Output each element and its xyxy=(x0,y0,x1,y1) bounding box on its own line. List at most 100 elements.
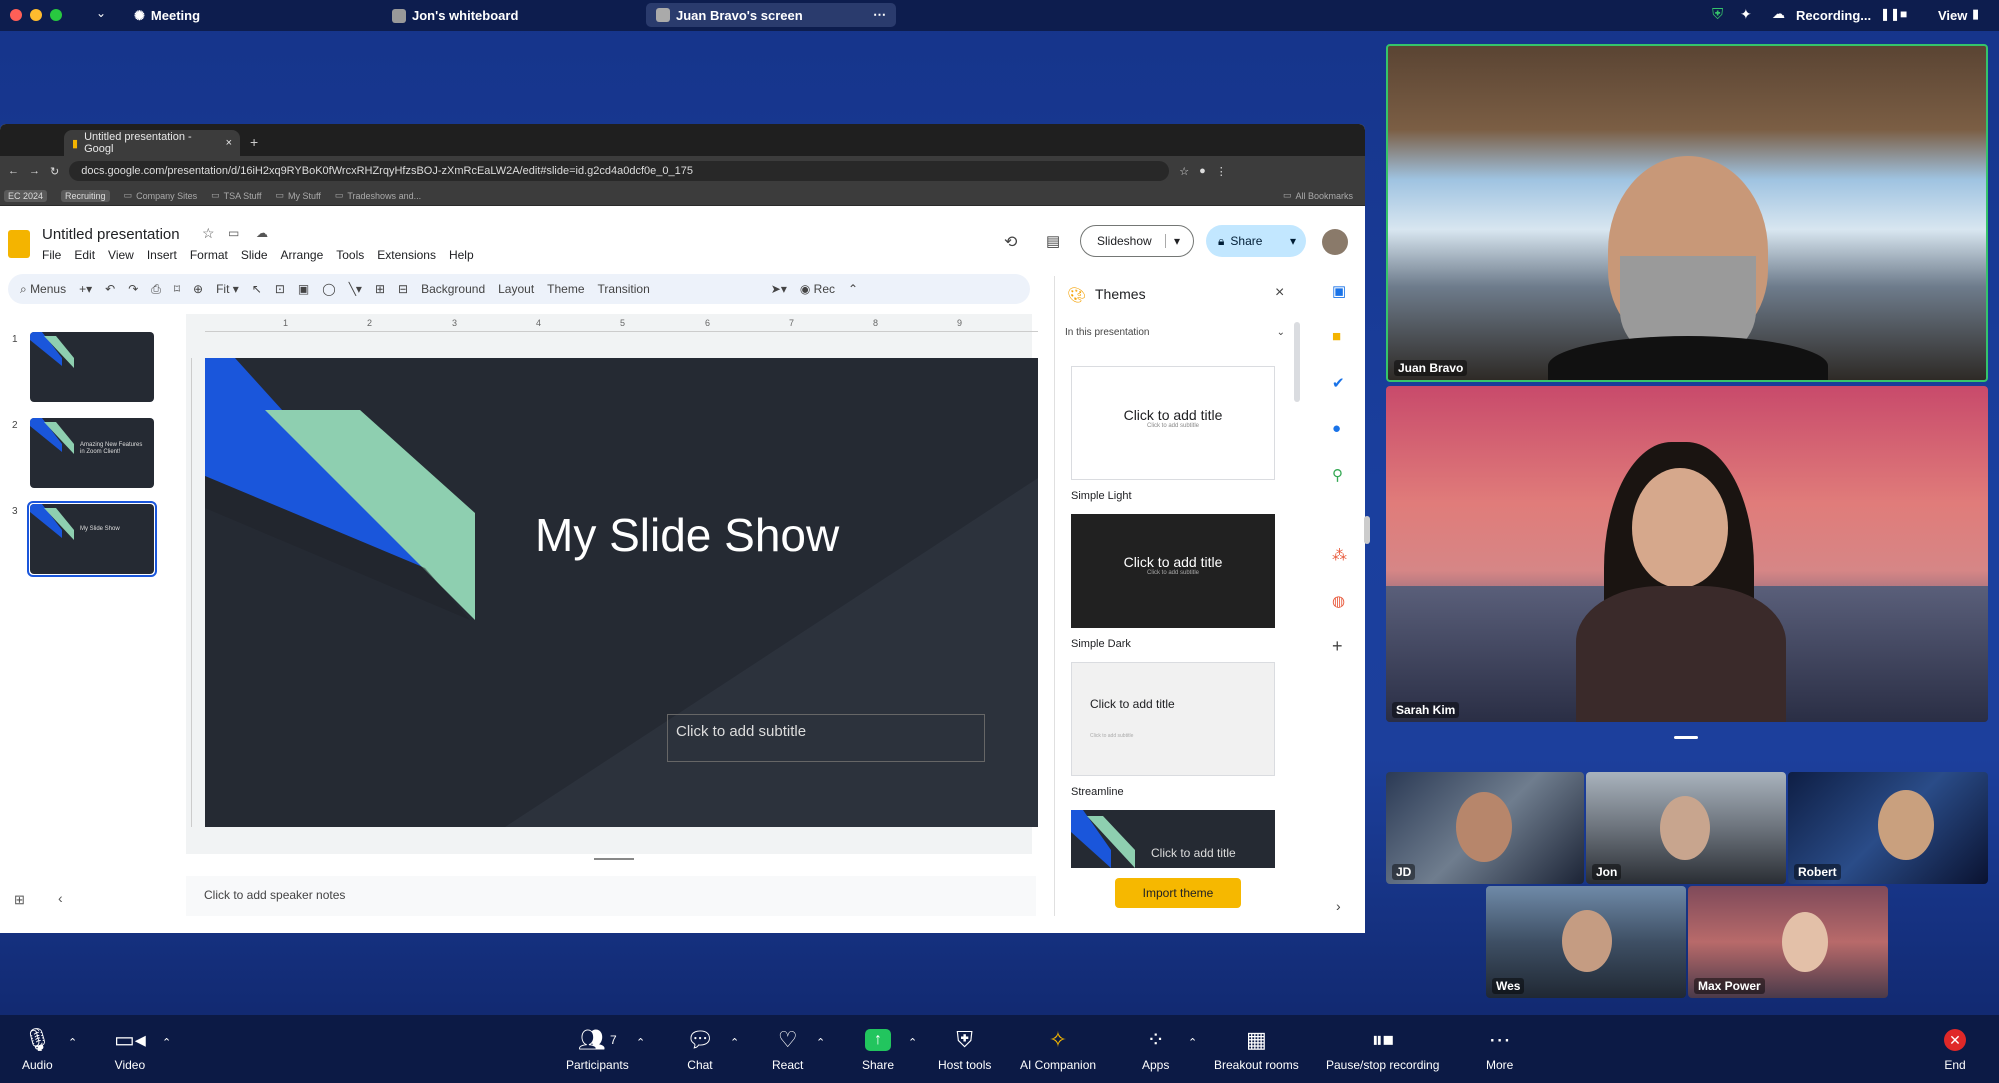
gallery-divider[interactable] xyxy=(1674,736,1698,739)
line-icon[interactable]: ╲▾ xyxy=(349,282,362,296)
import-theme-button[interactable]: Import theme xyxy=(1115,878,1241,908)
zoom-select[interactable]: Fit ▾ xyxy=(216,282,239,296)
zoom-icon[interactable]: ⊕ xyxy=(193,282,203,296)
bookmark-folder[interactable]: ▭ Tradeshows and... xyxy=(335,190,421,201)
ai-sparkle-icon[interactable]: ✦ xyxy=(1740,6,1752,23)
bookmark-chip[interactable]: Recruiting xyxy=(61,189,110,202)
grid-view-icon[interactable]: ⊞ xyxy=(14,892,25,908)
react-button[interactable]: ♡ React xyxy=(772,1027,803,1072)
pause-stop-recording-button[interactable]: ⏸︎⏹︎ Pause/stop recording xyxy=(1326,1027,1439,1072)
slide-title[interactable]: My Slide Show xyxy=(535,508,839,562)
keep-icon[interactable]: ■ xyxy=(1332,328,1341,345)
expand-rail-icon[interactable]: › xyxy=(1336,898,1341,914)
slide-thumbnail-selected[interactable]: My Slide Show xyxy=(30,504,154,574)
slide-thumbnail[interactable] xyxy=(30,332,154,402)
move-folder-icon[interactable]: ▭ xyxy=(228,226,239,240)
host-tools-button[interactable]: ⛨ Host tools xyxy=(938,1027,991,1072)
chevron-up-icon[interactable]: ⌃ xyxy=(908,1036,917,1049)
image-icon[interactable]: ▣ xyxy=(298,282,309,296)
star-icon[interactable]: ☆ xyxy=(1179,165,1189,178)
pointer-icon[interactable]: ➤▾ xyxy=(771,282,787,296)
chevron-down-icon[interactable]: ⌄ xyxy=(96,6,106,20)
video-tile-robert[interactable]: Robert xyxy=(1788,772,1988,884)
rec-button[interactable]: ◉ Rec xyxy=(800,282,835,296)
close-window-icon[interactable] xyxy=(10,9,22,21)
view-button[interactable]: View xyxy=(1938,8,1967,23)
redo-icon[interactable]: ↷ xyxy=(128,282,138,296)
theme-card-custom[interactable]: Click to add title xyxy=(1071,810,1275,868)
whiteboard-tab[interactable]: Jon's whiteboard xyxy=(392,0,518,31)
new-slide-icon[interactable]: +▾ xyxy=(79,282,92,296)
stop-recording-icon[interactable]: ■ xyxy=(1900,7,1907,21)
audio-button[interactable]: 🎙︎ Audio xyxy=(22,1027,53,1072)
avatar[interactable] xyxy=(1322,229,1348,255)
scrollbar[interactable] xyxy=(1294,322,1300,402)
textbox-icon[interactable]: ⊡ xyxy=(275,282,285,296)
screen-share-tab[interactable]: Juan Bravo's screen ⋯ xyxy=(646,3,896,27)
video-tile-jd[interactable]: JD xyxy=(1386,772,1584,884)
menu-view[interactable]: View xyxy=(108,248,134,262)
video-button[interactable]: ▭◂ Video xyxy=(114,1027,146,1072)
video-tile-juan-bravo[interactable]: Juan Bravo xyxy=(1386,44,1988,382)
video-tile-jon[interactable]: Jon xyxy=(1586,772,1786,884)
video-tile-wes[interactable]: Wes xyxy=(1486,886,1686,998)
chevron-up-icon[interactable]: ⌃ xyxy=(816,1036,825,1049)
print-icon[interactable]: ⎙ xyxy=(151,282,161,297)
tasks-icon[interactable]: ✔ xyxy=(1332,374,1345,392)
view-grid-icon[interactable]: ▮ xyxy=(1972,6,1979,22)
reload-icon[interactable]: ↻ xyxy=(50,165,59,178)
bookmark-folder[interactable]: ▭ My Stuff xyxy=(275,190,320,201)
menu-tools[interactable]: Tools xyxy=(336,248,364,262)
chevron-up-icon[interactable]: ⌃ xyxy=(162,1036,171,1049)
menu-insert[interactable]: Insert xyxy=(147,248,177,262)
profile-icon[interactable]: ● xyxy=(1199,165,1206,177)
menu-slide[interactable]: Slide xyxy=(241,248,268,262)
chevron-up-icon[interactable]: ⌃ xyxy=(730,1036,739,1049)
theme-card-simple-light[interactable]: Click to add title Click to add subtitle xyxy=(1071,366,1275,480)
addon2-icon[interactable]: ◍ xyxy=(1332,592,1345,610)
share-screen-button[interactable]: ↑ Share xyxy=(862,1027,894,1072)
slideshow-button[interactable]: Slideshow ▾ xyxy=(1080,225,1194,257)
speaker-notes[interactable]: Click to add speaker notes xyxy=(186,876,1036,916)
calendar-icon[interactable]: ▣ xyxy=(1332,282,1346,300)
meeting-menu[interactable]: ✺ Meeting xyxy=(134,0,200,31)
resize-handle[interactable] xyxy=(594,858,634,860)
undo-icon[interactable]: ↶ xyxy=(105,282,115,296)
browser-tab[interactable]: ▮ Untitled presentation - Googl × xyxy=(64,130,240,156)
collapse-toolbar-icon[interactable]: ⌃ xyxy=(848,282,858,296)
collapse-filmstrip-icon[interactable]: ‹ xyxy=(58,890,63,906)
ai-companion-button[interactable]: ✧ AI Companion xyxy=(1020,1027,1096,1072)
close-icon[interactable]: × xyxy=(1275,284,1284,302)
end-meeting-button[interactable]: ✕ End xyxy=(1944,1027,1966,1072)
chevron-down-icon[interactable]: ▾ xyxy=(1290,234,1306,248)
menu-extensions[interactable]: Extensions xyxy=(377,248,436,262)
current-slide[interactable]: My Slide Show Click to add subtitle xyxy=(205,358,1038,827)
share-doc-button[interactable]: 🔒︎ Share ▾ xyxy=(1206,225,1306,257)
maps-icon[interactable]: ⚲ xyxy=(1332,466,1343,484)
theme-card-simple-dark[interactable]: Click to add title Click to add subtitle xyxy=(1071,514,1275,628)
bookmark-folder[interactable]: ▭ Company Sites xyxy=(124,190,198,201)
document-title[interactable]: Untitled presentation xyxy=(42,226,180,243)
new-tab-icon[interactable]: + xyxy=(250,134,258,150)
background-button[interactable]: Background xyxy=(421,282,485,296)
theme-button[interactable]: Theme xyxy=(547,282,584,296)
apps-button[interactable]: ⁘ Apps xyxy=(1142,1027,1169,1072)
theme-filter-select[interactable]: In this presentation ⌄ xyxy=(1065,322,1285,342)
comments-icon[interactable]: ▤ xyxy=(1046,232,1060,250)
history-icon[interactable]: ⟲ xyxy=(1004,232,1017,252)
bookmark-folder[interactable]: ▭ TSA Stuff xyxy=(211,190,261,201)
url-field[interactable]: docs.google.com/presentation/d/16iH2xq9R… xyxy=(69,161,1170,181)
search-menus[interactable]: ⌕ Menus xyxy=(20,282,66,297)
panel-resize-handle[interactable] xyxy=(1364,516,1370,544)
chat-button[interactable]: 💬︎ Chat xyxy=(686,1027,714,1072)
all-bookmarks[interactable]: ▭ All Bookmarks xyxy=(1283,190,1353,201)
slide-subtitle-placeholder[interactable]: Click to add subtitle xyxy=(667,714,985,762)
comment-icon[interactable]: ⊟ xyxy=(398,282,408,296)
chevron-up-icon[interactable]: ⌃ xyxy=(68,1036,77,1049)
theme-card-streamline[interactable]: Click to add title Click to add subtitle xyxy=(1071,662,1275,776)
chevron-up-icon[interactable]: ⌃ xyxy=(1188,1036,1197,1049)
chevron-up-icon[interactable]: ⌃ xyxy=(636,1036,645,1049)
chevron-down-icon[interactable]: ▾ xyxy=(1165,234,1180,248)
addon-icon[interactable]: ⁂ xyxy=(1332,546,1347,564)
video-tile-sarah-kim[interactable]: Sarah Kim xyxy=(1386,386,1988,722)
